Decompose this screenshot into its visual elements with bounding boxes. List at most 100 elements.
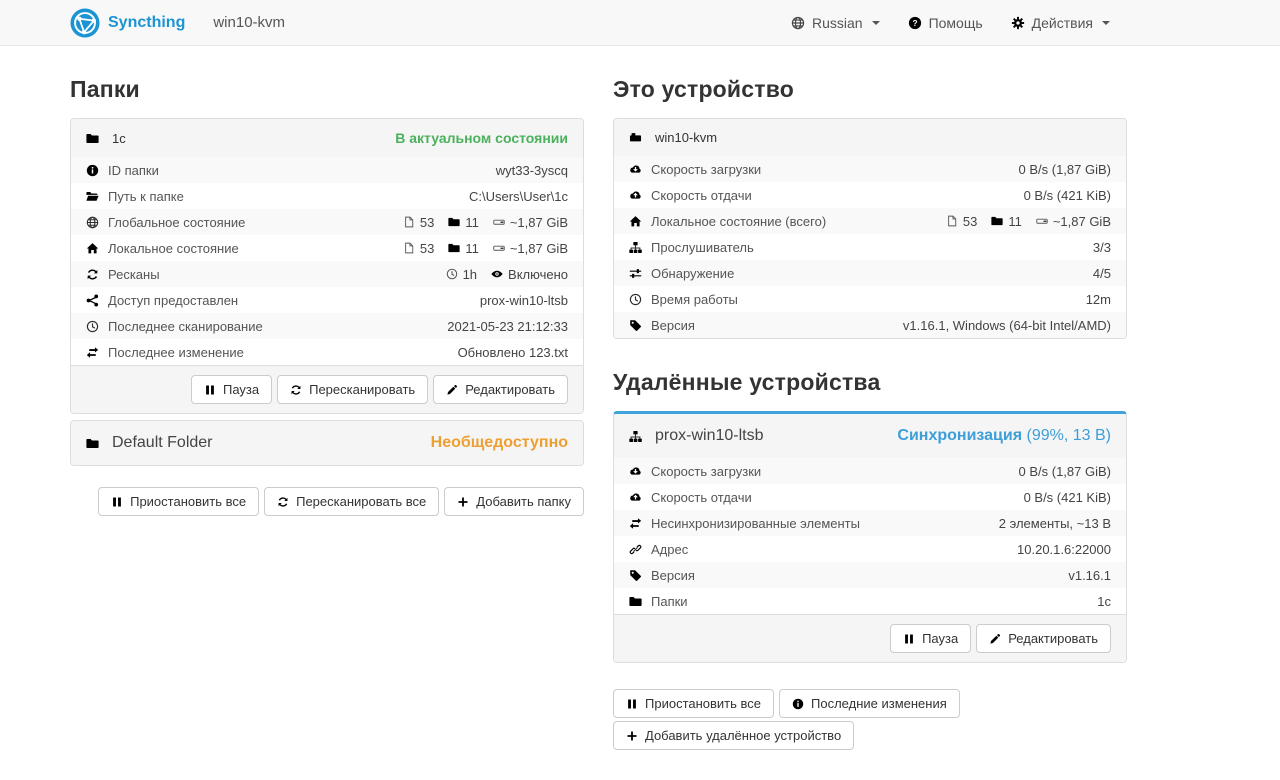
folder-title: Default Folder [112,434,213,452]
folder-icon [86,132,99,145]
tag-icon [629,569,642,582]
folder-icon [86,437,99,450]
info-circle-icon [792,698,804,710]
this-device-panel: win10-kvm Скорость загрузки 0 B/s (1,87 … [613,118,1127,339]
this-device-heading: Это устройство [613,76,1127,103]
folder-outline-icon [991,215,1003,227]
row-version: Версия v1.16.1, Windows (64-bit Intel/AM… [614,312,1126,338]
folder-panel-1c-header[interactable]: 1c В актуальном состоянии [71,119,583,157]
navbar: Syncthing win10-kvm Russian Помощь Дейст… [0,0,1280,46]
folder-icon [629,595,642,608]
sliders-icon [629,267,642,280]
share-icon [86,294,99,307]
pencil-icon [989,633,1001,645]
globe-icon [791,16,805,30]
globe-icon [86,216,99,229]
row-download-rate: Скорость загрузки 0 B/s (1,87 GiB) [614,458,1126,484]
tag-icon [629,319,642,332]
row-global-state: Глобальное состояние 53 11 ~1,87 GiB [71,209,583,235]
refresh-icon [277,496,289,508]
brand-name: Syncthing [108,14,185,32]
add-folder-button[interactable]: Добавить папку [444,487,584,516]
row-folder-path: Путь к папке C:\Users\User\1c [71,183,583,209]
cloud-download-icon [629,163,642,176]
remote-pause-button[interactable]: Пауза [890,624,971,653]
cloud-upload-icon [629,189,642,202]
recent-changes-button[interactable]: Последние изменения [779,689,960,718]
folder-open-icon [86,190,99,203]
folder-panel-default: Default Folder Необщедоступно [70,420,584,466]
clock-icon [86,320,99,333]
language-menu-label: Russian [812,15,863,31]
device-title: win10-kvm [655,130,717,145]
remote-device-title: prox-win10-ltsb [655,427,763,445]
question-circle-icon [908,16,922,30]
folder-outline-icon [448,216,460,228]
remote-device-panel-footer: Пауза Редактировать [614,614,1126,662]
file-icon [403,216,415,228]
eye-icon [491,268,503,280]
cloud-upload-icon [629,491,642,504]
folder-pause-button[interactable]: Пауза [191,375,272,404]
actions-menu[interactable]: Действия [1011,15,1110,31]
folder-panel-default-header[interactable]: Default Folder Необщедоступно [71,421,583,465]
pause-all-folders-button[interactable]: Приостановить все [98,487,259,516]
remote-devices-heading: Удалённые устройства [613,369,1127,396]
row-listeners: Прослушиватель 3/3 [614,234,1126,260]
row-upload-rate: Скорость отдачи 0 B/s (421 KiB) [614,182,1126,208]
row-last-scan: Последнее сканирование 2021-05-23 21:12:… [71,313,583,339]
cloud-download-icon [629,465,642,478]
folder-outline-icon [448,242,460,254]
remote-device-status-badge: Синхронизация (99%, 13 B) [897,427,1111,445]
devices-actions: Приостановить все Последние изменения До… [613,689,1127,750]
row-local-state: Локальное состояние 53 11 ~1,87 GiB [71,235,583,261]
language-menu[interactable]: Russian [791,15,880,31]
add-remote-device-button[interactable]: Добавить удалённое устройство [613,721,854,750]
help-menu[interactable]: Помощь [908,15,983,31]
remote-edit-button[interactable]: Редактировать [976,624,1111,653]
exchange-icon [86,346,99,359]
navbar-menu: Russian Помощь Действия [791,15,1110,31]
row-download-rate: Скорость загрузки 0 B/s (1,87 GiB) [614,156,1126,182]
row-last-change: Последнее изменение Обновлено 123.txt [71,339,583,365]
pause-all-devices-button[interactable]: Приостановить все [613,689,774,718]
folder-details-table: ID папки wyt33-3yscq Путь к папке C:\Use… [71,157,583,365]
file-icon [403,242,415,254]
device-icon [629,131,642,144]
syncthing-brand[interactable]: Syncthing [70,8,185,38]
this-device-details-table: Скорость загрузки 0 B/s (1,87 GiB) Скоро… [614,156,1126,338]
folders-section: Папки 1c В актуальном состоянии ID папки… [70,46,584,750]
plus-icon [457,496,469,508]
link-icon [629,543,642,556]
folder-title: 1c [112,131,126,146]
folder-status-badge: В актуальном состоянии [395,130,568,146]
row-discovery: Обнаружение 4/5 [614,260,1126,286]
refresh-icon [86,268,99,281]
devices-section: Это устройство win10-kvm Скорость загруз… [613,46,1127,750]
help-menu-label: Помощь [929,15,983,31]
hdd-icon [493,216,505,228]
row-address: Адрес 10.20.1.6:22000 [614,536,1126,562]
row-out-of-sync-items: Несинхронизированные элементы 2 элементы… [614,510,1126,536]
pause-icon [111,496,123,508]
info-circle-icon [86,164,99,177]
rescan-all-button[interactable]: Пересканировать все [264,487,439,516]
out-of-sync-link[interactable]: 2 элементы, ~13 B [999,516,1111,531]
folder-panel-1c: 1c В актуальном состоянии ID папки wyt33… [70,118,584,414]
folder-panel-footer: Пауза Пересканировать Редактировать [71,365,583,413]
syncthing-logo-icon [70,8,100,38]
hdd-icon [1036,215,1048,227]
row-uptime: Время работы 12m [614,286,1126,312]
this-device-panel-header[interactable]: win10-kvm [614,119,1126,156]
pause-icon [204,384,216,396]
actions-menu-label: Действия [1032,15,1093,31]
folder-edit-button[interactable]: Редактировать [433,375,568,404]
pause-icon [626,698,638,710]
folders-heading: Папки [70,76,584,103]
clock-icon [629,293,642,306]
folder-rescan-button[interactable]: Пересканировать [277,375,428,404]
folder-status-badge: Необщедоступно [431,434,568,452]
remote-device-icon [629,430,642,443]
remote-device-panel-header[interactable]: prox-win10-ltsb Синхронизация (99%, 13 B… [614,414,1126,458]
folders-actions: Приостановить все Пересканировать все До… [70,487,584,516]
